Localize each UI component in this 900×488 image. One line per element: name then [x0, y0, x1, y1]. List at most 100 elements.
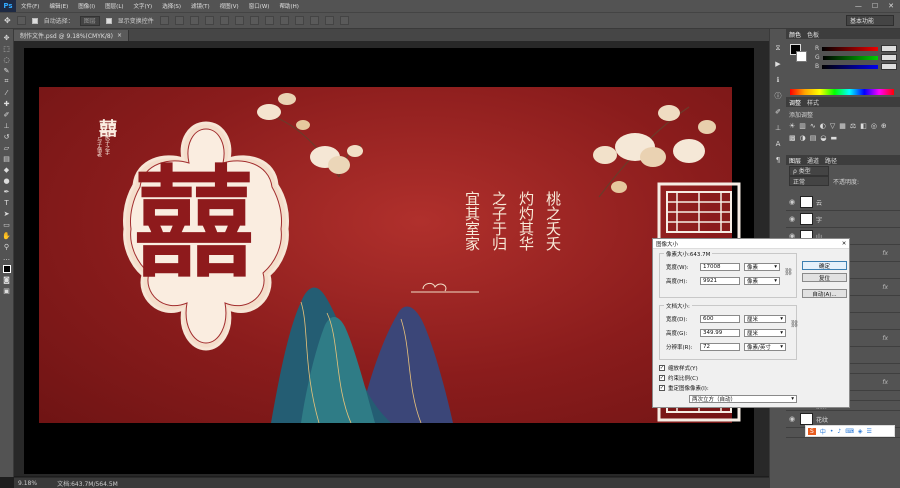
- actions-panel-icon[interactable]: ▶: [773, 59, 783, 69]
- layer-fx-icon[interactable]: fx: [882, 250, 900, 257]
- ime-punct-icon[interactable]: •: [830, 428, 834, 435]
- foreground-color-swatch[interactable]: [2, 264, 11, 273]
- ime-mode[interactable]: 中: [820, 427, 826, 436]
- layer-select-dropdown[interactable]: 图层: [79, 15, 100, 26]
- resample-checkbox[interactable]: ✓: [659, 385, 665, 391]
- ime-voice-icon[interactable]: ♪: [837, 428, 841, 435]
- gradient-map-icon[interactable]: ▬: [830, 134, 837, 142]
- info-panel-icon[interactable]: ⓘ: [773, 91, 783, 101]
- menu-window[interactable]: 窗口(W): [244, 2, 275, 10]
- resolution-input[interactable]: 72: [700, 343, 740, 351]
- distribute-right-icon[interactable]: [324, 16, 334, 25]
- align-bottom-icon[interactable]: [189, 16, 199, 25]
- posterize-icon[interactable]: ▤: [810, 134, 817, 142]
- reset-button[interactable]: 复位: [802, 273, 847, 282]
- ok-button[interactable]: 确定: [802, 261, 847, 270]
- ime-keyboard-icon[interactable]: ⌨: [845, 428, 854, 435]
- clone-stamp-tool-icon[interactable]: ⊥: [2, 121, 12, 130]
- align-left-icon[interactable]: [204, 16, 214, 25]
- brush-tool-icon[interactable]: ✐: [2, 110, 12, 119]
- marquee-tool-icon[interactable]: ⬚: [2, 44, 12, 53]
- brush-panel-icon[interactable]: ✐: [773, 107, 783, 117]
- menu-edit[interactable]: 编辑(E): [44, 2, 73, 10]
- menu-help[interactable]: 帮助(H): [274, 2, 303, 10]
- layer-kind-filter[interactable]: ρ 类型: [789, 165, 829, 176]
- workspace-switcher[interactable]: 基本功能: [846, 15, 894, 26]
- layer-row[interactable]: ◉ 字: [786, 211, 900, 228]
- close-button[interactable]: ✕: [888, 2, 894, 10]
- crop-tool-icon[interactable]: ⌗: [2, 77, 12, 86]
- curves-icon[interactable]: ∿: [810, 122, 816, 130]
- doc-height-unit[interactable]: 厘米 ▾: [744, 329, 786, 337]
- hue-sat-icon[interactable]: ▦: [839, 122, 846, 130]
- move-tool-icon[interactable]: ✥: [2, 33, 12, 42]
- resample-method-dropdown[interactable]: 两次立方（自动） ▾: [689, 395, 797, 403]
- history-brush-tool-icon[interactable]: ↺: [2, 132, 12, 141]
- blue-value[interactable]: [881, 63, 897, 70]
- more-tools-icon[interactable]: …: [2, 253, 12, 262]
- healing-brush-tool-icon[interactable]: ✚: [2, 99, 12, 108]
- resolution-unit[interactable]: 像素/英寸 ▾: [744, 343, 786, 351]
- eraser-tool-icon[interactable]: ▱: [2, 143, 12, 152]
- type-tool-icon[interactable]: T: [2, 198, 12, 207]
- menu-view[interactable]: 视图(V): [215, 2, 244, 10]
- bw-icon[interactable]: ◧: [860, 122, 867, 130]
- ime-logo-icon[interactable]: S: [808, 427, 816, 435]
- green-slider[interactable]: G: [815, 53, 897, 62]
- tab-color[interactable]: 颜色: [789, 30, 801, 39]
- channel-mixer-icon[interactable]: ⊕: [881, 122, 887, 130]
- tool-preset-picker[interactable]: [16, 16, 26, 25]
- dodge-tool-icon[interactable]: ●: [2, 176, 12, 185]
- shape-tool-icon[interactable]: ▭: [2, 220, 12, 229]
- visibility-eye-icon[interactable]: ◉: [789, 215, 797, 223]
- layer-fx-icon[interactable]: fx: [882, 379, 900, 386]
- document-tab-close-icon[interactable]: ×: [117, 32, 122, 39]
- zoom-tool-icon[interactable]: ⚲: [2, 242, 12, 251]
- align-right-icon[interactable]: [234, 16, 244, 25]
- maximize-button[interactable]: ☐: [872, 2, 878, 10]
- align-hcenter-icon[interactable]: [219, 16, 229, 25]
- menu-file[interactable]: 文件(F): [16, 2, 44, 10]
- distribute-vcenter-icon[interactable]: [264, 16, 274, 25]
- brightness-icon[interactable]: ☀: [789, 122, 795, 130]
- color-balance-icon[interactable]: ⚖: [850, 122, 856, 130]
- blur-tool-icon[interactable]: ◆: [2, 165, 12, 174]
- path-select-tool-icon[interactable]: ➤: [2, 209, 12, 218]
- history-panel-icon[interactable]: ⧖: [773, 43, 783, 53]
- tab-swatches[interactable]: 色板: [807, 30, 819, 39]
- threshold-icon[interactable]: ◒: [820, 134, 826, 142]
- doc-width-unit[interactable]: 厘米 ▾: [744, 315, 786, 323]
- minimize-button[interactable]: —: [855, 2, 862, 10]
- tab-channels[interactable]: 通道: [807, 156, 819, 165]
- pixel-height-input[interactable]: 9921: [700, 277, 740, 285]
- constrain-option[interactable]: ✓ 约束比例(C): [659, 374, 709, 382]
- tab-styles[interactable]: 样式: [807, 98, 819, 107]
- quick-select-tool-icon[interactable]: ✎: [2, 66, 12, 75]
- menu-type[interactable]: 文字(Y): [129, 2, 158, 10]
- pixel-height-unit[interactable]: 像素 ▾: [744, 277, 780, 285]
- align-vcenter-icon[interactable]: [174, 16, 184, 25]
- distribute-bottom-icon[interactable]: [279, 16, 289, 25]
- distribute-top-icon[interactable]: [249, 16, 259, 25]
- constrain-checkbox[interactable]: ✓: [659, 375, 665, 381]
- distribute-left-icon[interactable]: [294, 16, 304, 25]
- resample-option[interactable]: ✓ 重定图像像素(I):: [659, 384, 709, 392]
- quick-mask-icon[interactable]: ◙: [2, 275, 12, 284]
- menu-image[interactable]: 图像(I): [73, 2, 100, 10]
- menu-select[interactable]: 选择(S): [157, 2, 186, 10]
- gradient-tool-icon[interactable]: ▤: [2, 154, 12, 163]
- eyedropper-tool-icon[interactable]: ⁄: [2, 88, 12, 97]
- screen-mode-icon[interactable]: ▣: [2, 286, 12, 295]
- clone-source-icon[interactable]: ⊥: [773, 123, 783, 133]
- vibrance-icon[interactable]: ▽: [830, 122, 835, 130]
- color-ramp[interactable]: [790, 89, 894, 95]
- scale-styles-checkbox[interactable]: ✓: [659, 365, 665, 371]
- document-size[interactable]: 文档:643.7M/564.5M: [57, 479, 118, 488]
- blue-slider[interactable]: B: [815, 62, 897, 71]
- pixel-width-input[interactable]: 17008: [700, 263, 740, 271]
- exposure-icon[interactable]: ◐: [820, 122, 826, 130]
- doc-width-input[interactable]: 600: [700, 315, 740, 323]
- paragraph-panel-icon[interactable]: ¶: [773, 155, 783, 165]
- scale-styles-option[interactable]: ✓ 缩放样式(Y): [659, 364, 709, 372]
- red-value[interactable]: [881, 45, 897, 52]
